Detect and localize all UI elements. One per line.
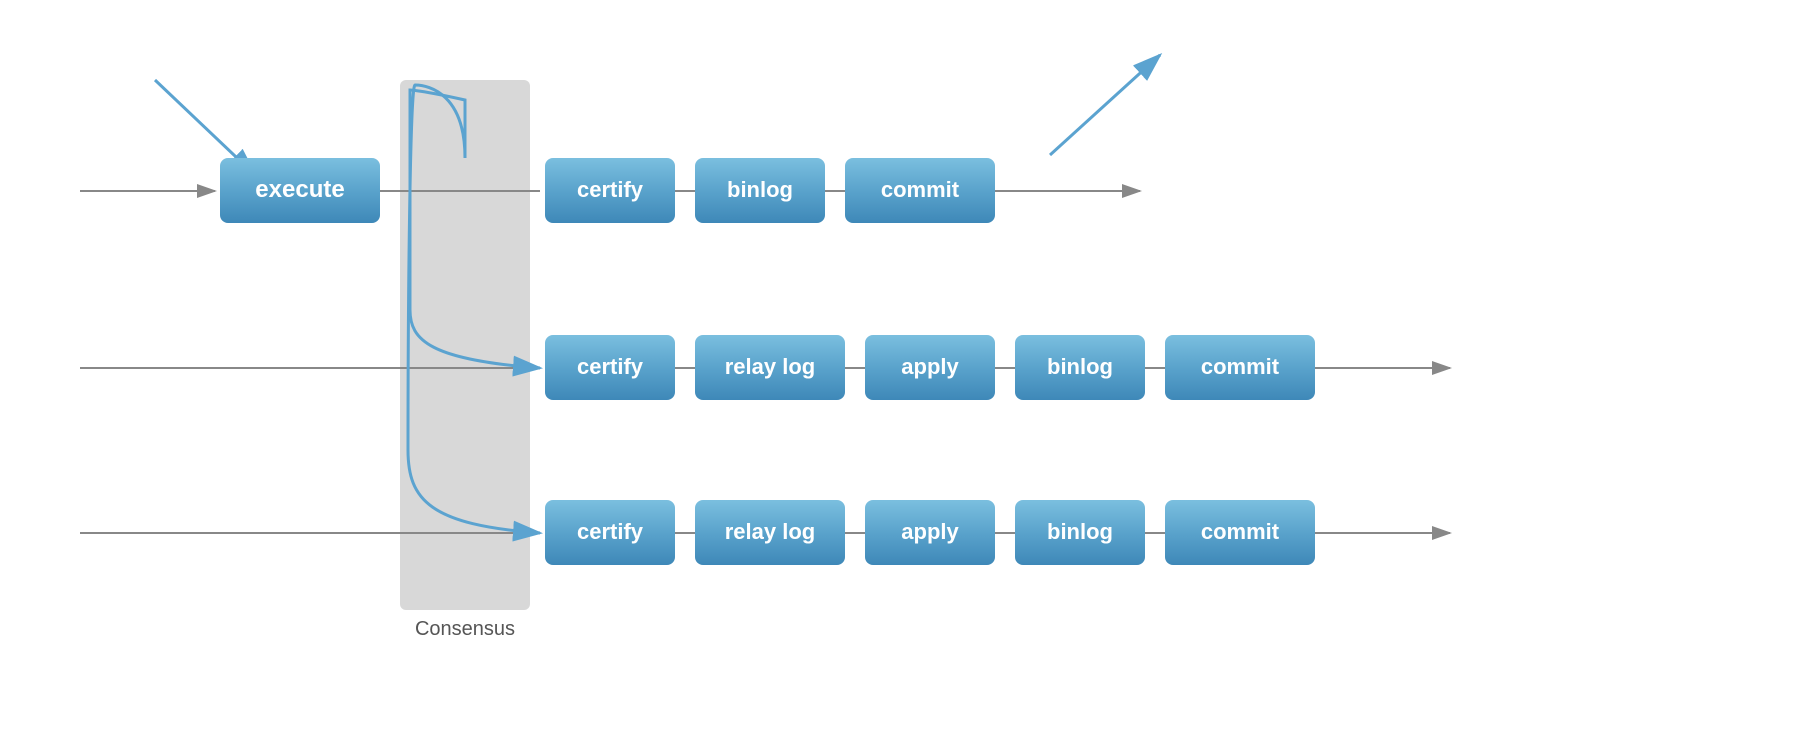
apply3-label: apply [901, 519, 959, 544]
relaylog3-label: relay log [725, 519, 815, 544]
commit1-label: commit [881, 177, 960, 202]
execute-label: execute [255, 176, 344, 203]
binlog2-label: binlog [1047, 354, 1113, 379]
binlog3-label: binlog [1047, 519, 1113, 544]
diagram-container: Consensus [0, 0, 1796, 750]
binlog1-label: binlog [727, 177, 793, 202]
diagram-svg: Consensus [0, 0, 1796, 750]
certify1-label: certify [577, 177, 644, 202]
consensus-label: Consensus [415, 618, 515, 640]
certify2-label: certify [577, 354, 644, 379]
commit2-label: commit [1201, 354, 1280, 379]
relaylog2-label: relay log [725, 354, 815, 379]
certify3-label: certify [577, 519, 644, 544]
apply2-label: apply [901, 354, 959, 379]
commit3-label: commit [1201, 519, 1280, 544]
